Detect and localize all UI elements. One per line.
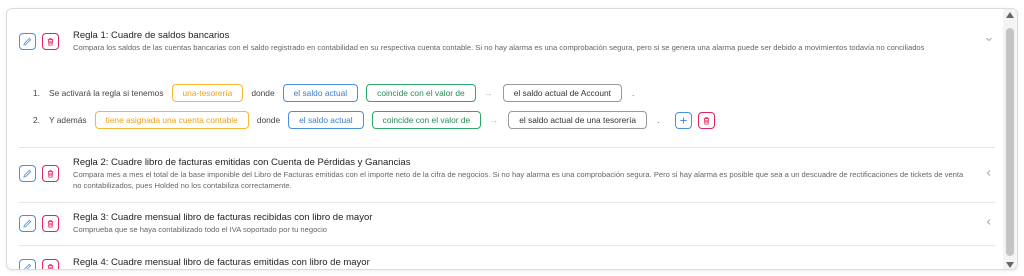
delete-rule-button[interactable] (42, 215, 59, 232)
rule-3-actions (19, 215, 59, 232)
trash-icon (704, 116, 710, 125)
pencil-icon (23, 37, 32, 46)
pencil-icon (23, 169, 32, 178)
rule-3: Regla 3: Cuadre mensual libro de factura… (19, 203, 995, 246)
operator-pill[interactable]: coincide con el valor de (366, 84, 476, 102)
rule-1-actions (19, 33, 59, 50)
condition-row: 1. Se activará la regla si tenemos una-t… (33, 83, 650, 103)
condition-where: donde (256, 115, 281, 125)
scroll-down-arrow-icon[interactable] (1006, 262, 1014, 268)
condition-number: 1. (33, 88, 40, 98)
vertical-scrollbar[interactable] (1003, 9, 1017, 269)
add-condition-button[interactable] (675, 111, 693, 129)
target-pill[interactable]: el saldo actual de Account (502, 84, 623, 102)
rule-title[interactable]: Regla 1: Cuadre de saldos bancarios (73, 30, 229, 41)
arrow-right-icon: → (489, 115, 499, 125)
plus-icon (680, 116, 688, 124)
operator-pill[interactable]: coincide con el valor de (371, 111, 482, 129)
edit-rule-button[interactable] (19, 215, 36, 232)
scroll-up-arrow-icon[interactable] (1006, 12, 1014, 18)
delete-rule-button[interactable] (42, 259, 59, 269)
rule-4: Regla 4: Cuadre mensual libro de factura… (19, 246, 995, 269)
arrow-right-icon: → (483, 88, 493, 98)
rules-list: Regla 1: Cuadre de saldos bancarios Comp… (7, 9, 1001, 269)
condition-prefix: Y además (49, 115, 87, 125)
edit-rule-button[interactable] (19, 259, 36, 269)
rule-description: Comprueba que se haya contabilizado todo… (73, 225, 328, 234)
trash-icon (47, 38, 54, 46)
rule-title[interactable]: Regla 3: Cuadre mensual libro de factura… (73, 212, 372, 223)
subject-pill[interactable]: una-tesorería (171, 84, 244, 102)
condition-where: donde (251, 88, 275, 98)
rule-1: Regla 1: Cuadre de saldos bancarios Comp… (19, 9, 995, 148)
target-pill[interactable]: el saldo actual de una tesorería (508, 111, 648, 129)
condition-number: 2. (33, 115, 40, 125)
delete-rule-button[interactable] (42, 165, 59, 182)
rule-title[interactable]: Regla 4: Cuadre mensual libro de factura… (73, 257, 370, 268)
delete-condition-button[interactable] (698, 111, 716, 129)
trash-icon (47, 170, 54, 178)
condition-end: . (657, 115, 660, 125)
chevron-down-icon[interactable] (985, 35, 993, 46)
subject-pill[interactable]: tiene asignada una cuenta contable (94, 111, 249, 129)
edit-rule-button[interactable] (19, 33, 36, 50)
edit-rule-button[interactable] (19, 165, 36, 182)
delete-rule-button[interactable] (42, 33, 59, 50)
condition-prefix: Se activará la regla si tenemos (49, 88, 164, 98)
rule-description: Compara mes a mes el total de la base im… (73, 170, 964, 190)
rule-description: Compara los saldos de las cuentas bancar… (73, 43, 925, 52)
pencil-icon (24, 263, 32, 269)
rule-2: Regla 2: Cuadre libro de facturas emitid… (19, 148, 995, 203)
rule-title[interactable]: Regla 2: Cuadre libro de facturas emitid… (73, 157, 410, 168)
condition-end: . (632, 88, 635, 98)
trash-icon (47, 264, 54, 269)
pencil-icon (23, 219, 32, 228)
trash-icon (47, 220, 54, 228)
field-pill[interactable]: el saldo actual (282, 84, 359, 102)
scrollbar-thumb[interactable] (1006, 28, 1014, 256)
rule-2-actions (19, 165, 59, 182)
condition-row: 2. Y además tiene asignada una cuenta co… (33, 110, 716, 130)
rule-4-actions (19, 259, 59, 269)
chevron-left-icon[interactable] (985, 218, 993, 229)
field-pill[interactable]: el saldo actual (288, 111, 364, 129)
chevron-left-icon[interactable] (985, 169, 993, 180)
rules-panel: Regla 1: Cuadre de saldos bancarios Comp… (6, 8, 1018, 270)
